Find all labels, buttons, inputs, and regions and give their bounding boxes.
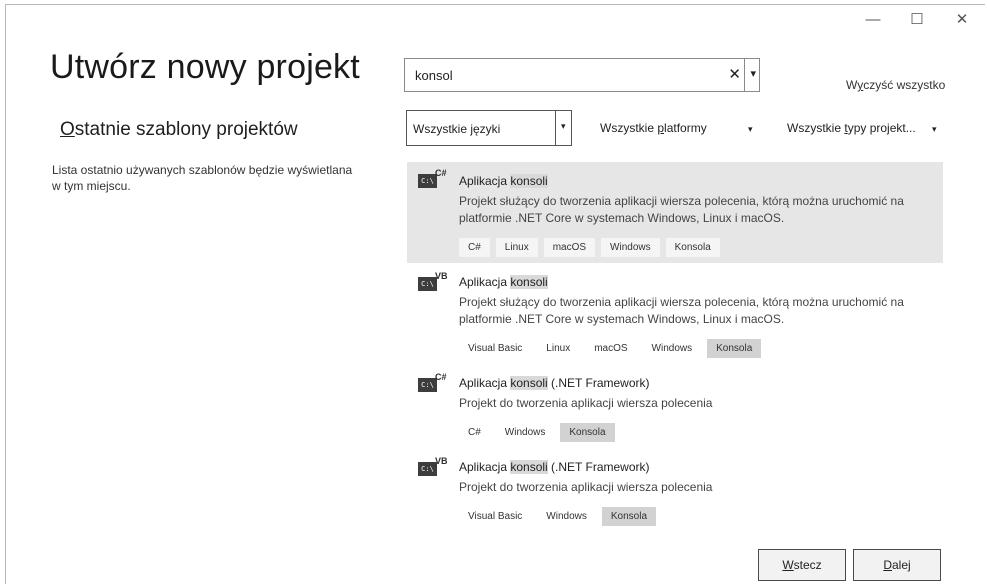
language-badge: VB (435, 271, 448, 281)
template-item[interactable]: C:\ VB Aplikacja konsoli (.NET Framework… (407, 450, 943, 534)
tag: C# (459, 423, 490, 442)
language-filter[interactable]: Wszystkie języki ▾ (406, 110, 572, 146)
console-app-icon: C:\ VB (418, 271, 448, 293)
template-item[interactable]: C:\ VB Aplikacja konsoli Projekt służący… (407, 263, 943, 366)
language-badge: VB (435, 456, 448, 466)
template-search: konsol ✕ ▾ (404, 58, 760, 92)
tag: Konsola (707, 339, 762, 358)
project-type-filter[interactable]: Wszystkie typy projekt... (787, 121, 916, 135)
next-button[interactable]: Dalej (853, 549, 941, 581)
tag: Konsola (601, 507, 657, 526)
template-title: Aplikacja konsoli (.NET Framework) (459, 376, 650, 390)
tag: Linux (495, 238, 538, 257)
back-button[interactable]: Wstecz (758, 549, 846, 581)
template-title: Aplikacja konsoli (459, 275, 548, 289)
search-divider (744, 59, 745, 91)
maximize-button[interactable]: ☐ (902, 10, 932, 30)
recent-templates-description: Lista ostatnio używanych szablonów będzi… (52, 163, 353, 193)
tag: Windows (495, 423, 555, 442)
tag: Windows (601, 238, 660, 257)
template-description: Projekt służący do tworzenia aplikacji w… (459, 194, 904, 225)
console-app-icon: C:\ C# (418, 372, 447, 394)
template-title: Aplikacja konsoli (.NET Framework) (459, 460, 650, 474)
tag: C# (459, 238, 490, 257)
tag: Windows (537, 507, 596, 526)
clear-all-link[interactable]: Wyczyść wszystko (846, 78, 945, 92)
template-tags: C# Linux macOS Windows Konsola (459, 238, 943, 257)
search-input[interactable]: konsol (415, 68, 453, 83)
template-item[interactable]: C:\ C# Aplikacja konsoli Projekt służący… (407, 162, 943, 263)
template-description: Projekt do tworzenia aplikacji wiersza p… (459, 396, 713, 410)
chevron-down-icon: ▾ (561, 121, 566, 131)
clear-search-icon[interactable]: ✕ (728, 65, 741, 83)
tag: Linux (537, 339, 580, 358)
search-history-dropdown-icon[interactable]: ▾ (750, 67, 756, 80)
template-tags: C# Windows Konsola (459, 423, 943, 442)
minimize-button[interactable]: — (858, 10, 888, 30)
template-description: Projekt służący do tworzenia aplikacji w… (459, 295, 904, 326)
page-title: Utwórz nowy projekt (50, 48, 360, 86)
template-item[interactable]: C:\ C# Aplikacja konsoli (.NET Framework… (407, 366, 943, 450)
language-filter-divider (555, 111, 556, 145)
tag: Windows (642, 339, 702, 358)
template-tags: Visual Basic Windows Konsola (459, 507, 943, 526)
template-description: Projekt do tworzenia aplikacji wiersza p… (459, 480, 713, 494)
template-list: C:\ C# Aplikacja konsoli Projekt służący… (407, 162, 943, 534)
template-tags: Visual Basic Linux macOS Windows Konsola (459, 339, 943, 358)
language-badge: C# (435, 168, 447, 178)
tag: macOS (543, 238, 596, 257)
language-filter-label: Wszystkie języki (413, 122, 501, 136)
chevron-down-icon[interactable]: ▾ (932, 124, 937, 135)
tag: Konsola (560, 423, 615, 442)
tag: Visual Basic (459, 339, 532, 358)
tag: Konsola (665, 238, 720, 257)
language-badge: C# (435, 372, 447, 382)
tag: macOS (585, 339, 637, 358)
chevron-down-icon[interactable]: ▾ (748, 124, 753, 135)
recent-templates-heading: Ostatnie szablony projektów (60, 119, 298, 140)
console-app-icon: C:\ C# (418, 168, 447, 190)
console-app-icon: C:\ VB (418, 456, 448, 478)
tag: Visual Basic (459, 507, 532, 526)
close-button[interactable]: ✕ (947, 10, 977, 30)
template-title: Aplikacja konsoli (459, 174, 548, 188)
platform-filter[interactable]: Wszystkie platformy (600, 121, 707, 135)
